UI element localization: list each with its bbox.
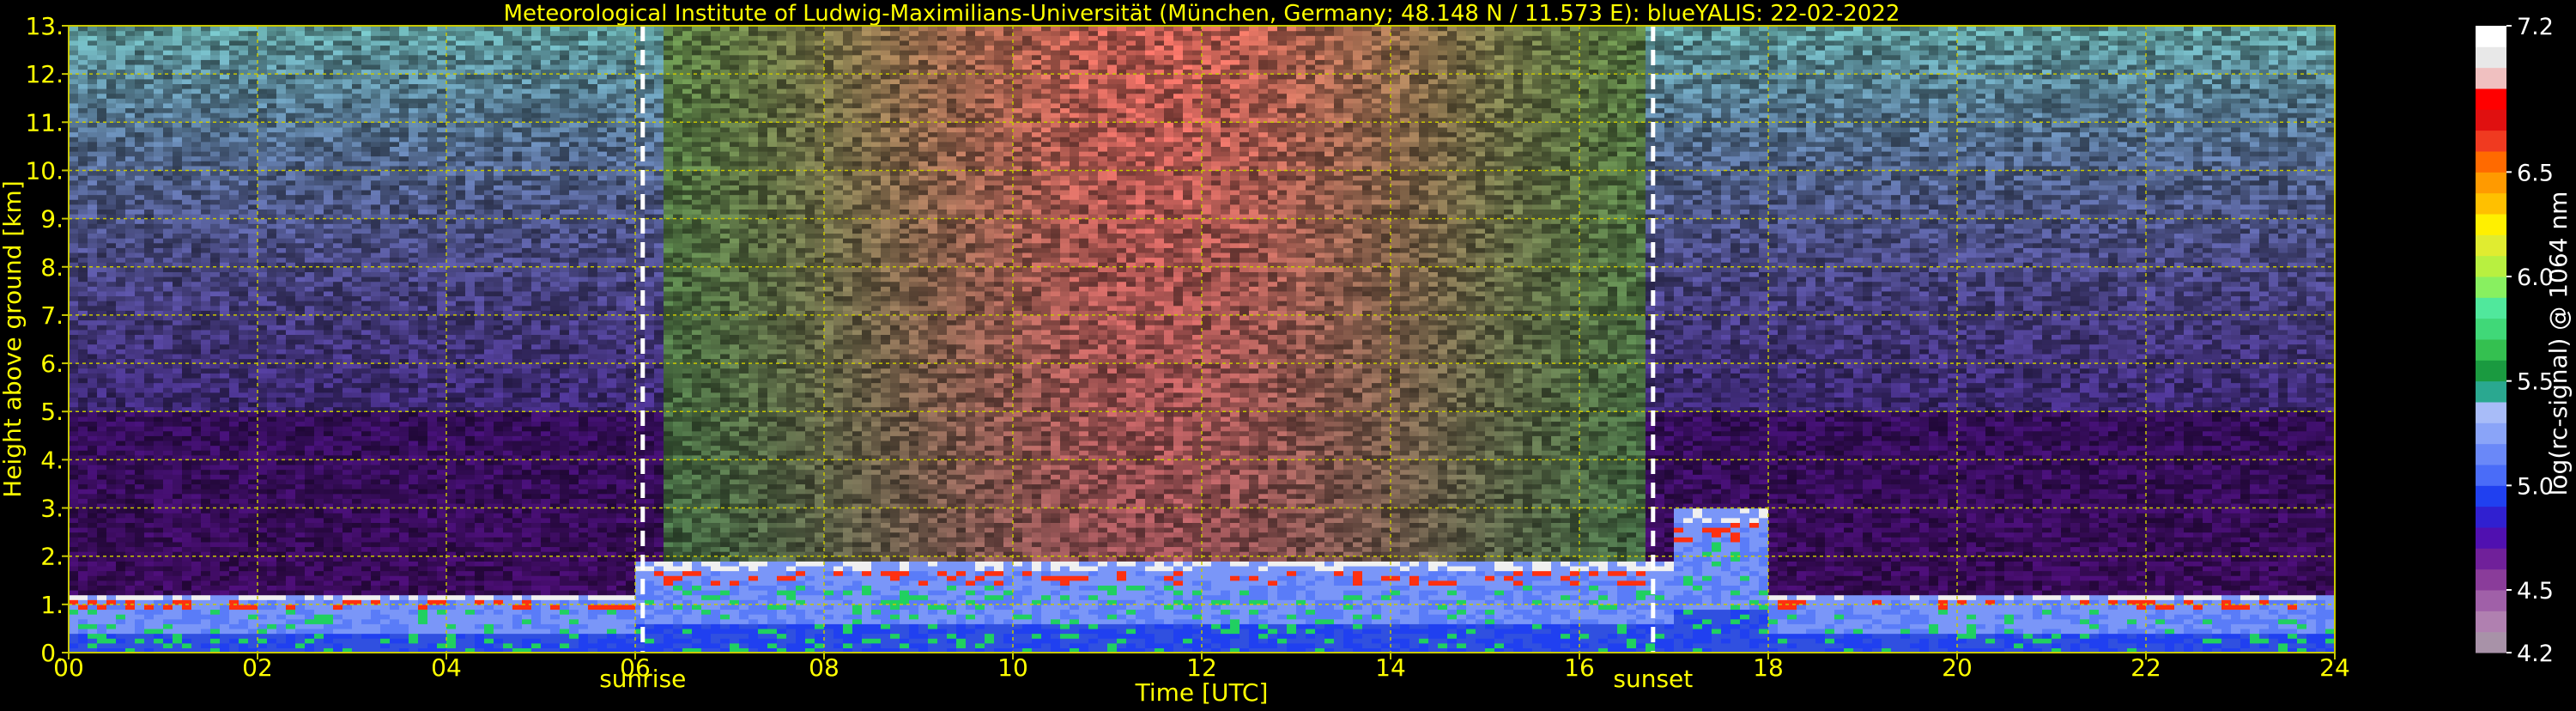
colorbar-tick-label: 4.2 [2517, 641, 2554, 667]
colorbar-segment [2476, 465, 2506, 486]
colorbar-segment [2476, 485, 2506, 507]
x-tick-label: 14 [1375, 653, 1406, 682]
y-tick-label: 12. [25, 60, 64, 88]
colorbar-segment [2476, 68, 2506, 89]
y-tick-label: 2. [40, 543, 64, 571]
colorbar-segment [2476, 422, 2506, 444]
colorbar-segment [2476, 590, 2506, 611]
colorbar-segment [2476, 214, 2506, 235]
colorbar-segment [2476, 46, 2506, 68]
colorbar-segment [2476, 234, 2506, 256]
colorbar-segment [2476, 527, 2506, 549]
y-tick-label: 10. [25, 156, 64, 185]
colorbar-segment [2476, 444, 2506, 465]
y-tick-label: 0. [40, 639, 64, 667]
x-tick-label: 08 [809, 653, 839, 682]
colorbar-segment [2476, 276, 2506, 298]
x-tick-label: 22 [2131, 653, 2161, 682]
sunrise-label: sunrise [599, 665, 686, 693]
colorbar-segment [2476, 507, 2506, 528]
colorbar-tick-label: 7.2 [2517, 14, 2554, 40]
colorbar-segment [2476, 297, 2506, 319]
colorbar-tick-label: 4.5 [2517, 578, 2554, 605]
y-tick-label: 1. [40, 591, 64, 619]
y-tick-label: 13. [25, 12, 64, 40]
x-axis-label: Time [UTC] [1135, 678, 1269, 707]
y-tick-label: 8. [40, 253, 64, 282]
x-tick-label: 16 [1564, 653, 1595, 682]
y-tick-label: 3. [40, 495, 64, 523]
colorbar-segment [2476, 319, 2506, 340]
colorbar-segment [2476, 381, 2506, 403]
colorbar-segment [2476, 193, 2506, 215]
y-tick-label: 6. [40, 349, 64, 378]
y-tick-label: 4. [40, 446, 64, 474]
colorbar-segment [2476, 109, 2506, 131]
backscatter-field [69, 26, 2336, 653]
plot-area [69, 26, 2336, 653]
colorbar-segment [2476, 172, 2506, 193]
colorbar-segment [2476, 151, 2506, 173]
colorbar-label: log(rc-signal) @ 1064 nm [2544, 191, 2573, 496]
colorbar-segment [2476, 131, 2506, 152]
chart-title: Meteorological Institute of Ludwig-Maxim… [504, 1, 1900, 27]
x-tick-label: 20 [1942, 653, 1973, 682]
y-tick-label: 7. [40, 301, 64, 330]
x-tick-label: 10 [997, 653, 1028, 682]
colorbar-segment [2476, 569, 2506, 591]
colorbar-segment [2476, 26, 2506, 47]
y-tick-label: 9. [40, 205, 64, 234]
x-tick-label: 18 [1753, 653, 1784, 682]
lidar-figure: Meteorological Institute of Ludwig-Maxim… [0, 0, 2576, 708]
colorbar-tick-label: 6.5 [2517, 160, 2554, 186]
x-axis-ticks: 00020406081012141618202224 [53, 653, 2350, 682]
sunset-label: sunset [1613, 665, 1693, 693]
y-tick-label: 11. [25, 108, 64, 137]
colorbar-segment [2476, 632, 2506, 653]
x-tick-label: 02 [242, 653, 273, 682]
y-tick-label: 5. [40, 398, 64, 426]
x-tick-label: 04 [431, 653, 462, 682]
colorbar-segment [2476, 339, 2506, 361]
colorbar-segment [2476, 256, 2506, 277]
lidar-chart: Meteorological Institute of Ludwig-Maxim… [0, 0, 2576, 708]
y-axis-label: Height above ground [km] [0, 180, 27, 498]
y-axis-ticks: 0. 1. 2. 3. 4. 5. 6. 7. 8. 9. 10. 11. 12. 13. [25, 12, 69, 667]
colorbar [2476, 26, 2506, 653]
colorbar-segment [2476, 402, 2506, 423]
x-tick-label: 24 [2319, 653, 2350, 682]
colorbar-segment [2476, 611, 2506, 632]
colorbar-segment [2476, 360, 2506, 381]
colorbar-segment [2476, 88, 2506, 110]
colorbar-segment [2476, 548, 2506, 569]
